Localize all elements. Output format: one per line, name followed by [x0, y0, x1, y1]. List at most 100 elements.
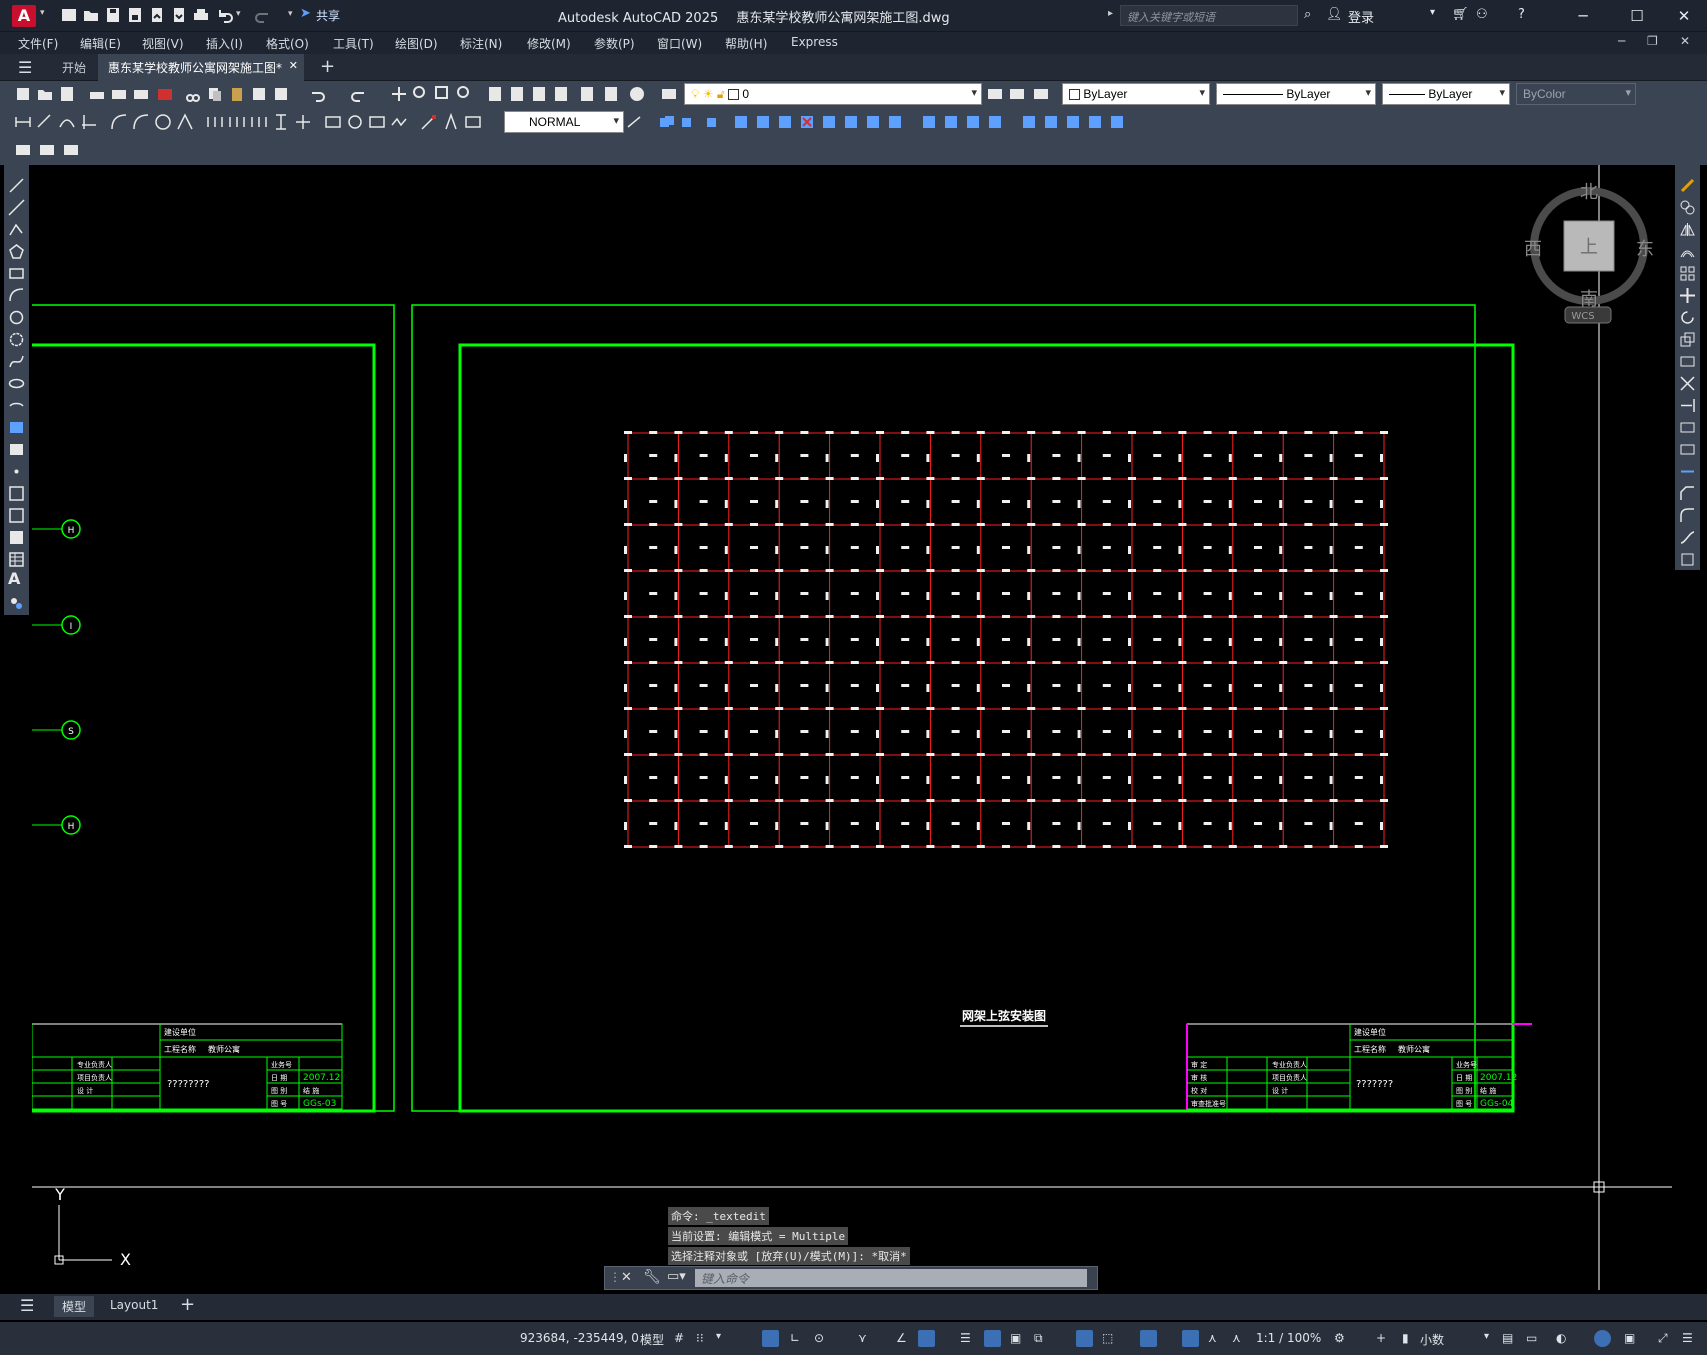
angular-dim-icon[interactable] — [176, 113, 194, 131]
multiline-text-icon[interactable]: A — [8, 569, 25, 588]
dim-text-edit-icon[interactable] — [442, 113, 460, 131]
polar-icon[interactable]: ⊙ — [814, 1331, 824, 1345]
menu-view[interactable]: 视图(V) — [142, 35, 184, 52]
doc-close-button[interactable]: ✕ — [1680, 34, 1690, 48]
auto-scale-icon[interactable]: ⋏ — [1208, 1331, 1217, 1345]
arc-length-icon[interactable] — [58, 113, 76, 131]
annotation-scale-icon[interactable]: ⋏ — [1232, 1331, 1241, 1345]
properties-icon[interactable] — [486, 85, 504, 103]
transparency-icon[interactable] — [984, 1330, 1001, 1347]
dynamic-ucs-icon[interactable] — [1076, 1330, 1093, 1347]
save-as-icon[interactable] — [126, 6, 144, 24]
polyline-icon[interactable] — [8, 221, 25, 238]
move-icon[interactable] — [1679, 287, 1696, 304]
lock-ui-icon[interactable]: ▭ — [1526, 1331, 1537, 1345]
dimstyle-manager-icon[interactable] — [626, 113, 644, 131]
dimstyle-dropdown[interactable]: NORMAL ▾ — [504, 111, 624, 133]
recent-commands-icon[interactable]: ▭▾ — [667, 1269, 686, 1284]
stretch-icon[interactable] — [1679, 353, 1696, 370]
command-close-icon[interactable]: ✕ — [621, 1270, 632, 1285]
help-icon[interactable] — [628, 85, 646, 103]
gradient-icon[interactable] — [8, 507, 25, 524]
connect-icon[interactable]: ⚇ — [1476, 7, 1488, 22]
copy-edges-icon[interactable] — [1042, 113, 1060, 131]
layer-states-icon[interactable] — [1032, 85, 1050, 103]
units-dropdown-icon[interactable]: ▾ — [1484, 1331, 1489, 1342]
copy-faces-icon[interactable] — [864, 113, 882, 131]
delete-faces-icon[interactable] — [798, 113, 816, 131]
break-icon[interactable] — [1679, 441, 1696, 458]
copy-object-icon[interactable] — [1679, 199, 1696, 216]
undo-icon[interactable] — [308, 85, 326, 103]
center-mark-icon[interactable] — [346, 113, 364, 131]
insert-block-icon[interactable] — [8, 419, 25, 436]
selection-filter-icon[interactable]: ⬚ — [1102, 1331, 1113, 1345]
join-icon[interactable] — [1679, 463, 1696, 480]
ellipse-arc-icon[interactable] — [8, 397, 25, 414]
menu-insert[interactable]: 插入(I) — [206, 35, 243, 52]
jogged-dim-icon[interactable] — [132, 113, 150, 131]
isolate-objects-icon[interactable]: ◐ — [1556, 1331, 1566, 1345]
shell-icon[interactable] — [986, 113, 1004, 131]
offset-icon[interactable] — [1679, 243, 1696, 260]
command-grip-icon[interactable]: ⋮ — [609, 1270, 621, 1284]
tool-palettes-icon[interactable] — [530, 85, 548, 103]
menu-dimension[interactable]: 标注(N) — [460, 35, 502, 52]
union-icon[interactable] — [658, 113, 676, 131]
matchprop-icon[interactable] — [250, 85, 268, 103]
menu-tools[interactable]: 工具(T) — [333, 35, 374, 52]
plotstyle-dropdown[interactable]: ByColor ▾ — [1516, 83, 1636, 105]
tab-model[interactable]: 模型 — [54, 1296, 95, 1317]
inspect-icon[interactable] — [368, 113, 386, 131]
dim-space-icon[interactable] — [272, 113, 290, 131]
sheet-set-icon[interactable] — [552, 85, 570, 103]
scale-icon[interactable] — [1679, 331, 1696, 348]
make-current-layer-icon[interactable] — [986, 85, 1004, 103]
pan-icon[interactable] — [390, 85, 408, 103]
new-icon[interactable] — [60, 6, 78, 24]
open-icon[interactable] — [36, 85, 54, 103]
annotation-scale-value[interactable]: 1:1 / 100% — [1256, 1331, 1321, 1345]
menu-parametric[interactable]: 参数(P) — [594, 35, 635, 52]
open-from-web-icon[interactable] — [148, 6, 166, 24]
intersect-icon[interactable] — [702, 113, 720, 131]
radius-dim-icon[interactable] — [110, 113, 128, 131]
separate-icon[interactable] — [964, 113, 982, 131]
zoom-realtime-icon[interactable] — [412, 85, 430, 103]
polygon-icon[interactable] — [8, 243, 25, 260]
doc-minimize-button[interactable]: ─ — [1618, 34, 1625, 48]
region-icon[interactable] — [8, 529, 25, 546]
quick-properties-icon[interactable]: ▤ — [1502, 1331, 1513, 1345]
viewcube-west[interactable]: 西 — [1524, 239, 1542, 260]
3d-osnap-icon[interactable]: ⧉ — [1034, 1331, 1043, 1346]
redo-icon[interactable] — [350, 85, 368, 103]
layout-menu-icon[interactable]: ☰ — [20, 1296, 34, 1315]
viewcube[interactable]: 上 北 南 东 西 WCS — [1524, 182, 1654, 324]
layer-dropdown[interactable]: 💡︎ ☀ 🔓︎ 0 ▾ — [684, 83, 982, 105]
jogged-linear-icon[interactable] — [390, 113, 408, 131]
paste-icon[interactable] — [228, 85, 246, 103]
layer-properties-icon[interactable] — [660, 85, 678, 103]
snap-icon[interactable]: ⁝⁝ — [696, 1331, 704, 1345]
explode-icon[interactable] — [1679, 551, 1696, 568]
graphics-performance-icon[interactable] — [1594, 1330, 1611, 1347]
tab-menu-icon[interactable]: ☰ — [18, 58, 32, 77]
zoom-previous-icon[interactable] — [456, 85, 474, 103]
spline-icon[interactable] — [8, 353, 25, 370]
viewcube-top-label[interactable]: 上 — [1580, 237, 1598, 258]
clean-icon[interactable] — [942, 113, 960, 131]
cut-icon[interactable] — [184, 85, 202, 103]
fillet-icon[interactable] — [1679, 507, 1696, 524]
share-button[interactable]: 共享 — [316, 7, 340, 24]
design-center-icon[interactable] — [508, 85, 526, 103]
command-input[interactable]: 键入命令 — [695, 1269, 1087, 1287]
add-selected-icon[interactable] — [8, 595, 25, 612]
make-block-icon[interactable] — [8, 441, 25, 458]
add-layout-icon[interactable]: + — [180, 1294, 195, 1315]
color-dropdown[interactable]: ByLayer ▾ — [1062, 83, 1210, 105]
menu-window[interactable]: 窗口(W) — [657, 35, 702, 52]
rectangle-icon[interactable] — [8, 265, 25, 282]
tolerance-icon[interactable] — [324, 113, 342, 131]
status-menu-icon[interactable]: ☰ — [1682, 1331, 1693, 1345]
subtract-icon[interactable] — [680, 113, 698, 131]
